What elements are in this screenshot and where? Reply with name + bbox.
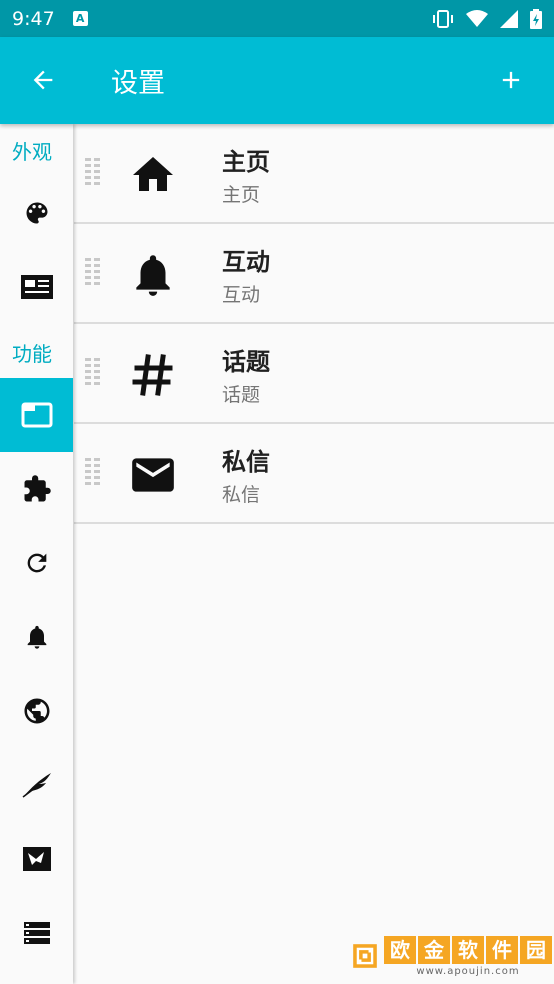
extension-icon — [24, 475, 51, 502]
watermark: 欧 金 软 件 园 www.apoujin.com — [352, 932, 552, 980]
watermark-url: www.apoujin.com — [416, 965, 520, 977]
item-subtitle: 话题 — [222, 384, 261, 406]
watermark-logo-icon — [353, 944, 377, 968]
rail-item-tabs[interactable] — [0, 378, 73, 452]
palette-icon — [26, 202, 47, 224]
item-subtitle: 主页 — [222, 184, 261, 206]
list-item[interactable]: 互动 互动 — [74, 224, 554, 324]
wifi-icon — [466, 9, 488, 27]
item-subtitle: 私信 — [222, 484, 261, 506]
rail-item-extensions[interactable] — [0, 452, 73, 526]
add-button[interactable] — [494, 63, 528, 97]
arrow-back-icon — [33, 70, 53, 90]
mail-icon — [132, 458, 174, 492]
status-time: 9:47 — [12, 7, 55, 30]
battery-charging-icon — [530, 8, 542, 29]
article-icon — [20, 275, 53, 299]
feather-icon — [22, 773, 51, 798]
page-title: 设置 — [111, 68, 165, 99]
rail-item-theme[interactable] — [0, 176, 73, 250]
section-header-appearance: 外观 — [12, 140, 52, 164]
settings-category-rail: 外观 功能 — [0, 124, 73, 984]
drag-handle-icon[interactable] — [84, 157, 102, 187]
storage-icon — [23, 922, 50, 944]
rail-item-notifications[interactable] — [0, 600, 73, 674]
list-item[interactable]: 话题 话题 — [74, 324, 554, 424]
drag-handle-icon[interactable] — [84, 457, 102, 487]
bell-icon — [27, 625, 46, 649]
tab-icon — [21, 402, 52, 428]
notification-a-icon: A — [72, 11, 88, 26]
drag-handle-icon[interactable] — [84, 357, 102, 387]
item-subtitle: 互动 — [222, 284, 261, 306]
plus-icon — [502, 71, 520, 89]
bird-icon — [22, 847, 51, 871]
item-title: 话题 — [222, 348, 270, 376]
item-title: 互动 — [222, 248, 270, 276]
item-title: 主页 — [222, 148, 270, 176]
bell-icon — [136, 255, 170, 296]
list-item[interactable]: 私信 私信 — [74, 424, 554, 524]
rail-item-twitter[interactable] — [0, 822, 73, 896]
status-bar: 9:47 A — [0, 0, 554, 37]
rail-item-storage[interactable] — [0, 896, 73, 970]
rail-item-compose[interactable] — [0, 748, 73, 822]
vibrate-icon — [433, 9, 453, 28]
home-icon — [133, 157, 173, 191]
drag-handle-icon[interactable] — [84, 257, 102, 287]
rail-item-layout[interactable] — [0, 250, 73, 324]
app-bar: 设置 — [0, 37, 554, 124]
status-icons — [432, 8, 542, 29]
rail-item-refresh[interactable] — [0, 526, 73, 600]
item-title: 私信 — [222, 448, 270, 476]
refresh-icon — [27, 553, 46, 573]
back-button[interactable] — [26, 63, 60, 97]
section-header-features: 功能 — [12, 342, 52, 366]
globe-icon — [24, 698, 49, 724]
hashtag-icon — [132, 354, 173, 396]
rail-item-network[interactable] — [0, 674, 73, 748]
tab-list: 主页 主页 互动 互动 话题 话题 私信 私信 — [74, 124, 554, 524]
list-item[interactable]: 主页 主页 — [74, 124, 554, 224]
watermark-brand: 欧 金 软 件 园 — [384, 935, 552, 964]
signal-icon — [500, 9, 518, 28]
